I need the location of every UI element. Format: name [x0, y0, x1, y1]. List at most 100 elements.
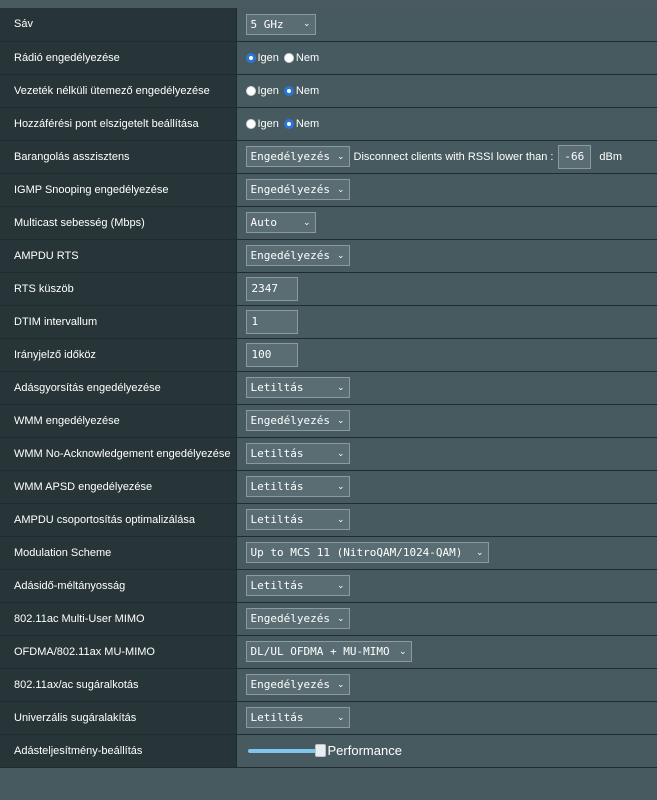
explicit-beamforming-select-value: Engedélyezés [250, 678, 330, 691]
row-band: Sáv 5 GHz ⌄ [0, 8, 657, 42]
rts-threshold-input[interactable]: 2347 [245, 276, 298, 301]
chevron-down-icon: ⌄ [336, 613, 345, 624]
beacon-interval-label: Irányjelző időköz [0, 338, 237, 372]
row-ampdu-aggregation: AMPDU csoportosítás optimalizálása Letil… [0, 503, 657, 537]
row-tx-power: Adásteljesítmény-beállítás Performance [0, 734, 657, 768]
radio-enable-no-label: Nem [295, 51, 320, 64]
ampdu-rts-label: AMPDU RTS [0, 239, 237, 273]
row-tx-bursting: Adásgyorsítás engedélyezése Letiltás ⌄ [0, 371, 657, 405]
rssi-threshold-input[interactable]: -66 [558, 144, 592, 169]
row-ampdu-rts: AMPDU RTS Engedélyezés ⌄ [0, 239, 657, 273]
roaming-assistant-select[interactable]: Engedélyezés ⌄ [245, 146, 350, 167]
row-dtim-interval: DTIM intervallum 1 [0, 305, 657, 339]
universal-beamforming-select-value: Letiltás [250, 711, 304, 724]
ampdu-aggregation-select[interactable]: Letiltás ⌄ [245, 509, 350, 530]
mu-mimo-ac-select-value: Engedélyezés [250, 612, 330, 625]
ampdu-rts-select[interactable]: Engedélyezés ⌄ [245, 245, 350, 266]
ofdma-mu-mimo-select[interactable]: DL/UL OFDMA + MU-MIMO ⌄ [245, 641, 412, 662]
slider-track [247, 748, 320, 753]
chevron-down-icon: ⌄ [302, 19, 311, 30]
tx-bursting-select[interactable]: Letiltás ⌄ [245, 377, 350, 398]
igmp-snooping-select-value: Engedélyezés [250, 183, 330, 196]
radio-enable-no-radio[interactable] [283, 52, 294, 63]
airtime-fairness-select-value: Letiltás [250, 579, 304, 592]
explicit-beamforming-label: 802.11ax/ac sugáralkotás [0, 668, 237, 702]
tx-power-label: Adásteljesítmény-beállítás [0, 734, 237, 768]
mu-mimo-ac-label: 802.11ac Multi-User MIMO [0, 602, 237, 636]
band-select[interactable]: 5 GHz ⌄ [245, 13, 316, 35]
wireless-scheduler-yes-radio[interactable] [245, 85, 256, 96]
ap-isolated-no-radio[interactable] [283, 118, 294, 129]
wmm-noack-label: WMM No-Acknowledgement engedélyezése [0, 437, 237, 471]
chevron-down-icon: ⌄ [336, 250, 345, 261]
row-igmp-snooping: IGMP Snooping engedélyezése Engedélyezés… [0, 173, 657, 207]
igmp-snooping-label: IGMP Snooping engedélyezése [0, 173, 237, 207]
row-multicast-rate: Multicast sebesség (Mbps) Auto ⌄ [0, 206, 657, 240]
row-roaming-assistant: Barangolás asszisztens Engedélyezés ⌄ Dis… [0, 140, 657, 174]
igmp-snooping-select[interactable]: Engedélyezés ⌄ [245, 179, 350, 200]
chevron-down-icon: ⌄ [336, 712, 345, 723]
modulation-scheme-select[interactable]: Up to MCS 11 (NitroQAM/1024-QAM) ⌄ [245, 542, 489, 563]
ampdu-rts-select-value: Engedélyezés [250, 249, 330, 262]
radio-enable-label: Rádió engedélyezése [0, 41, 237, 75]
wmm-apsd-select-value: Letiltás [250, 480, 304, 493]
tx-bursting-label: Adásgyorsítás engedélyezése [0, 371, 237, 405]
airtime-fairness-select[interactable]: Letiltás ⌄ [245, 575, 350, 596]
row-airtime-fairness: Adásidő-méltányosság Letiltás ⌄ [0, 569, 657, 603]
chevron-down-icon: ⌄ [398, 646, 407, 657]
chevron-down-icon: ⌄ [336, 448, 345, 459]
modulation-scheme-select-value: Up to MCS 11 (NitroQAM/1024-QAM) [250, 546, 463, 559]
modulation-scheme-label: Modulation Scheme [0, 536, 237, 570]
chevron-down-icon: ⌄ [336, 415, 345, 426]
universal-beamforming-select[interactable]: Letiltás ⌄ [245, 707, 350, 728]
ap-isolated-label: Hozzáférési pont elszigetelt beállítása [0, 107, 237, 141]
rts-threshold-label: RTS küszöb [0, 272, 237, 306]
ofdma-mu-mimo-select-value: DL/UL OFDMA + MU-MIMO [250, 645, 390, 658]
chevron-down-icon: ⌄ [336, 580, 345, 591]
row-universal-beamforming: Univerzális sugáralakítás Letiltás ⌄ [0, 701, 657, 735]
row-wmm: WMM engedélyezése Engedélyezés ⌄ [0, 404, 657, 438]
multicast-rate-select[interactable]: Auto ⌄ [245, 212, 316, 233]
chevron-down-icon: ⌄ [475, 547, 484, 558]
tx-bursting-select-value: Letiltás [250, 381, 304, 394]
roaming-assistant-label: Barangolás asszisztens [0, 140, 237, 174]
row-ap-isolated: Hozzáférési pont elszigetelt beállítása … [0, 107, 657, 141]
ap-isolated-yes-label: Igen [257, 117, 279, 130]
dtim-interval-label: DTIM intervallum [0, 305, 237, 339]
mu-mimo-ac-select[interactable]: Engedélyezés ⌄ [245, 608, 350, 629]
beacon-interval-input[interactable]: 100 [245, 342, 298, 367]
wireless-scheduler-no-radio[interactable] [283, 85, 294, 96]
wireless-scheduler-yes-label: Igen [257, 84, 279, 97]
airtime-fairness-label: Adásidő-méltányosság [0, 569, 237, 603]
rssi-unit-label: dBm [599, 150, 623, 163]
wireless-scheduler-label: Vezeték nélküli ütemező engedélyezése [0, 74, 237, 108]
radio-enable-yes-label: Igen [257, 51, 279, 64]
multicast-rate-select-value: Auto [250, 216, 278, 229]
dtim-interval-input[interactable]: 1 [245, 309, 298, 334]
row-explicit-beamforming: 802.11ax/ac sugáralkotás Engedélyezés ⌄ [0, 668, 657, 702]
row-wmm-noack: WMM No-Acknowledgement engedélyezése Let… [0, 437, 657, 471]
ampdu-aggregation-select-value: Letiltás [250, 513, 304, 526]
ap-isolated-yes-radio[interactable] [245, 118, 256, 129]
wmm-noack-select[interactable]: Letiltás ⌄ [245, 443, 350, 464]
wmm-select-value: Engedélyezés [250, 414, 330, 427]
slider-thumb[interactable] [314, 743, 326, 757]
wmm-noack-select-value: Letiltás [250, 447, 304, 460]
ap-isolated-no-label: Nem [295, 117, 320, 130]
wireless-scheduler-no-label: Nem [295, 84, 320, 97]
explicit-beamforming-select[interactable]: Engedélyezés ⌄ [245, 674, 350, 695]
row-ofdma-mu-mimo: OFDMA/802.11ax MU-MIMO DL/UL OFDMA + MU-… [0, 635, 657, 669]
radio-enable-yes-radio[interactable] [245, 52, 256, 63]
wmm-apsd-select[interactable]: Letiltás ⌄ [245, 476, 350, 497]
row-rts-threshold: RTS küszöb 2347 [0, 272, 657, 306]
row-wireless-scheduler: Vezeték nélküli ütemező engedélyezése Ig… [0, 74, 657, 108]
ampdu-aggregation-label: AMPDU csoportosítás optimalizálása [0, 503, 237, 537]
chevron-down-icon: ⌄ [336, 382, 345, 393]
row-beacon-interval: Irányjelző időköz 100 [0, 338, 657, 372]
band-select-value: 5 GHz [250, 17, 284, 31]
row-radio-enable: Rádió engedélyezése Igen Nem [0, 41, 657, 75]
roaming-assistant-select-value: Engedélyezés [250, 150, 330, 163]
tx-power-slider[interactable] [247, 743, 326, 758]
chevron-down-icon: ⌄ [336, 481, 345, 492]
wmm-select[interactable]: Engedélyezés ⌄ [245, 410, 350, 431]
